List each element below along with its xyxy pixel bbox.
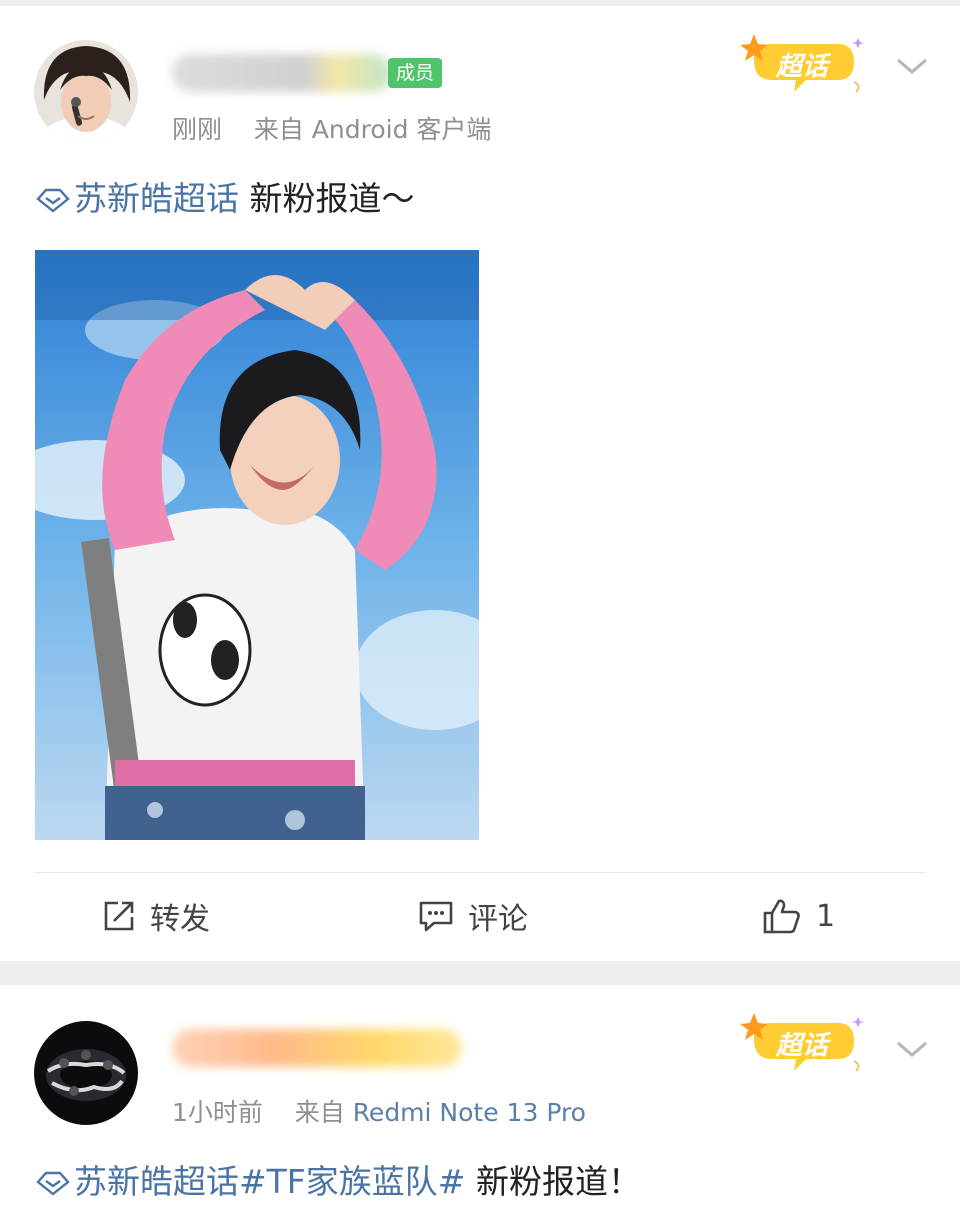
post-source: Android 客户端 — [311, 115, 492, 144]
super-topic-label: 超话 — [776, 1031, 829, 1061]
thumbs-up-icon — [763, 899, 800, 934]
topic-text[interactable]: 苏新皓超话#TF家族蓝队# — [74, 1162, 465, 1201]
super-topic-label: 超话 — [776, 52, 829, 82]
avatar[interactable] — [34, 40, 138, 144]
post-meta: 刚刚 来自 Android 客户端 — [172, 110, 491, 146]
comment-button[interactable]: 评论 — [418, 892, 528, 940]
topic-link[interactable]: 苏新皓超话#TF家族蓝队# — [36, 1162, 465, 1201]
post-content: 苏新皓超话 新粉报道～ — [36, 172, 415, 220]
topic-link[interactable]: 苏新皓超话 — [36, 179, 239, 218]
like-count: 1 — [816, 898, 836, 934]
source-prefix: 来自 — [294, 1098, 345, 1127]
post-photo[interactable] — [35, 250, 479, 840]
diamond-topic-icon — [36, 188, 70, 213]
feed-post: 成员 刚刚 来自 Android 客户端 超话 苏新皓超话 新粉报道～ 转发 评… — [0, 6, 960, 961]
actions-divider — [34, 872, 926, 873]
post-text: 新粉报道！ — [465, 1162, 641, 1201]
post-text: 新粉报道～ — [239, 179, 415, 218]
like-button[interactable]: 1 — [762, 892, 835, 940]
topic-text[interactable]: 苏新皓超话 — [74, 179, 239, 218]
chevron-down-icon[interactable] — [894, 54, 930, 78]
comment-label: 评论 — [468, 902, 528, 937]
source-prefix: 来自 — [253, 115, 304, 144]
post-content: 苏新皓超话#TF家族蓝队# 新粉报道！ — [36, 1155, 641, 1203]
post-time: 刚刚 — [172, 115, 223, 144]
avatar[interactable] — [34, 1021, 138, 1125]
username-blurred[interactable] — [172, 1029, 462, 1067]
post-time: 1小时前 — [172, 1098, 263, 1127]
repost-button[interactable]: 转发 — [102, 892, 210, 940]
diamond-topic-icon — [36, 1171, 70, 1196]
repost-icon — [104, 901, 134, 931]
post-separator — [0, 961, 960, 985]
repost-label: 转发 — [150, 902, 210, 937]
feed-post: 1小时前 来自 Redmi Note 13 Pro 超话 苏新皓超话#TF家族蓝… — [0, 985, 960, 1205]
post-source[interactable]: Redmi Note 13 Pro — [353, 1098, 586, 1127]
comment-icon — [419, 901, 453, 932]
username-blurred[interactable] — [172, 54, 392, 92]
chevron-down-icon[interactable] — [894, 1037, 930, 1061]
super-topic-badge[interactable]: 超话 — [736, 1009, 866, 1079]
member-badge: 成员 — [388, 58, 443, 88]
super-topic-badge[interactable]: 超话 — [736, 30, 866, 100]
post-meta: 1小时前 来自 Redmi Note 13 Pro — [172, 1093, 586, 1129]
